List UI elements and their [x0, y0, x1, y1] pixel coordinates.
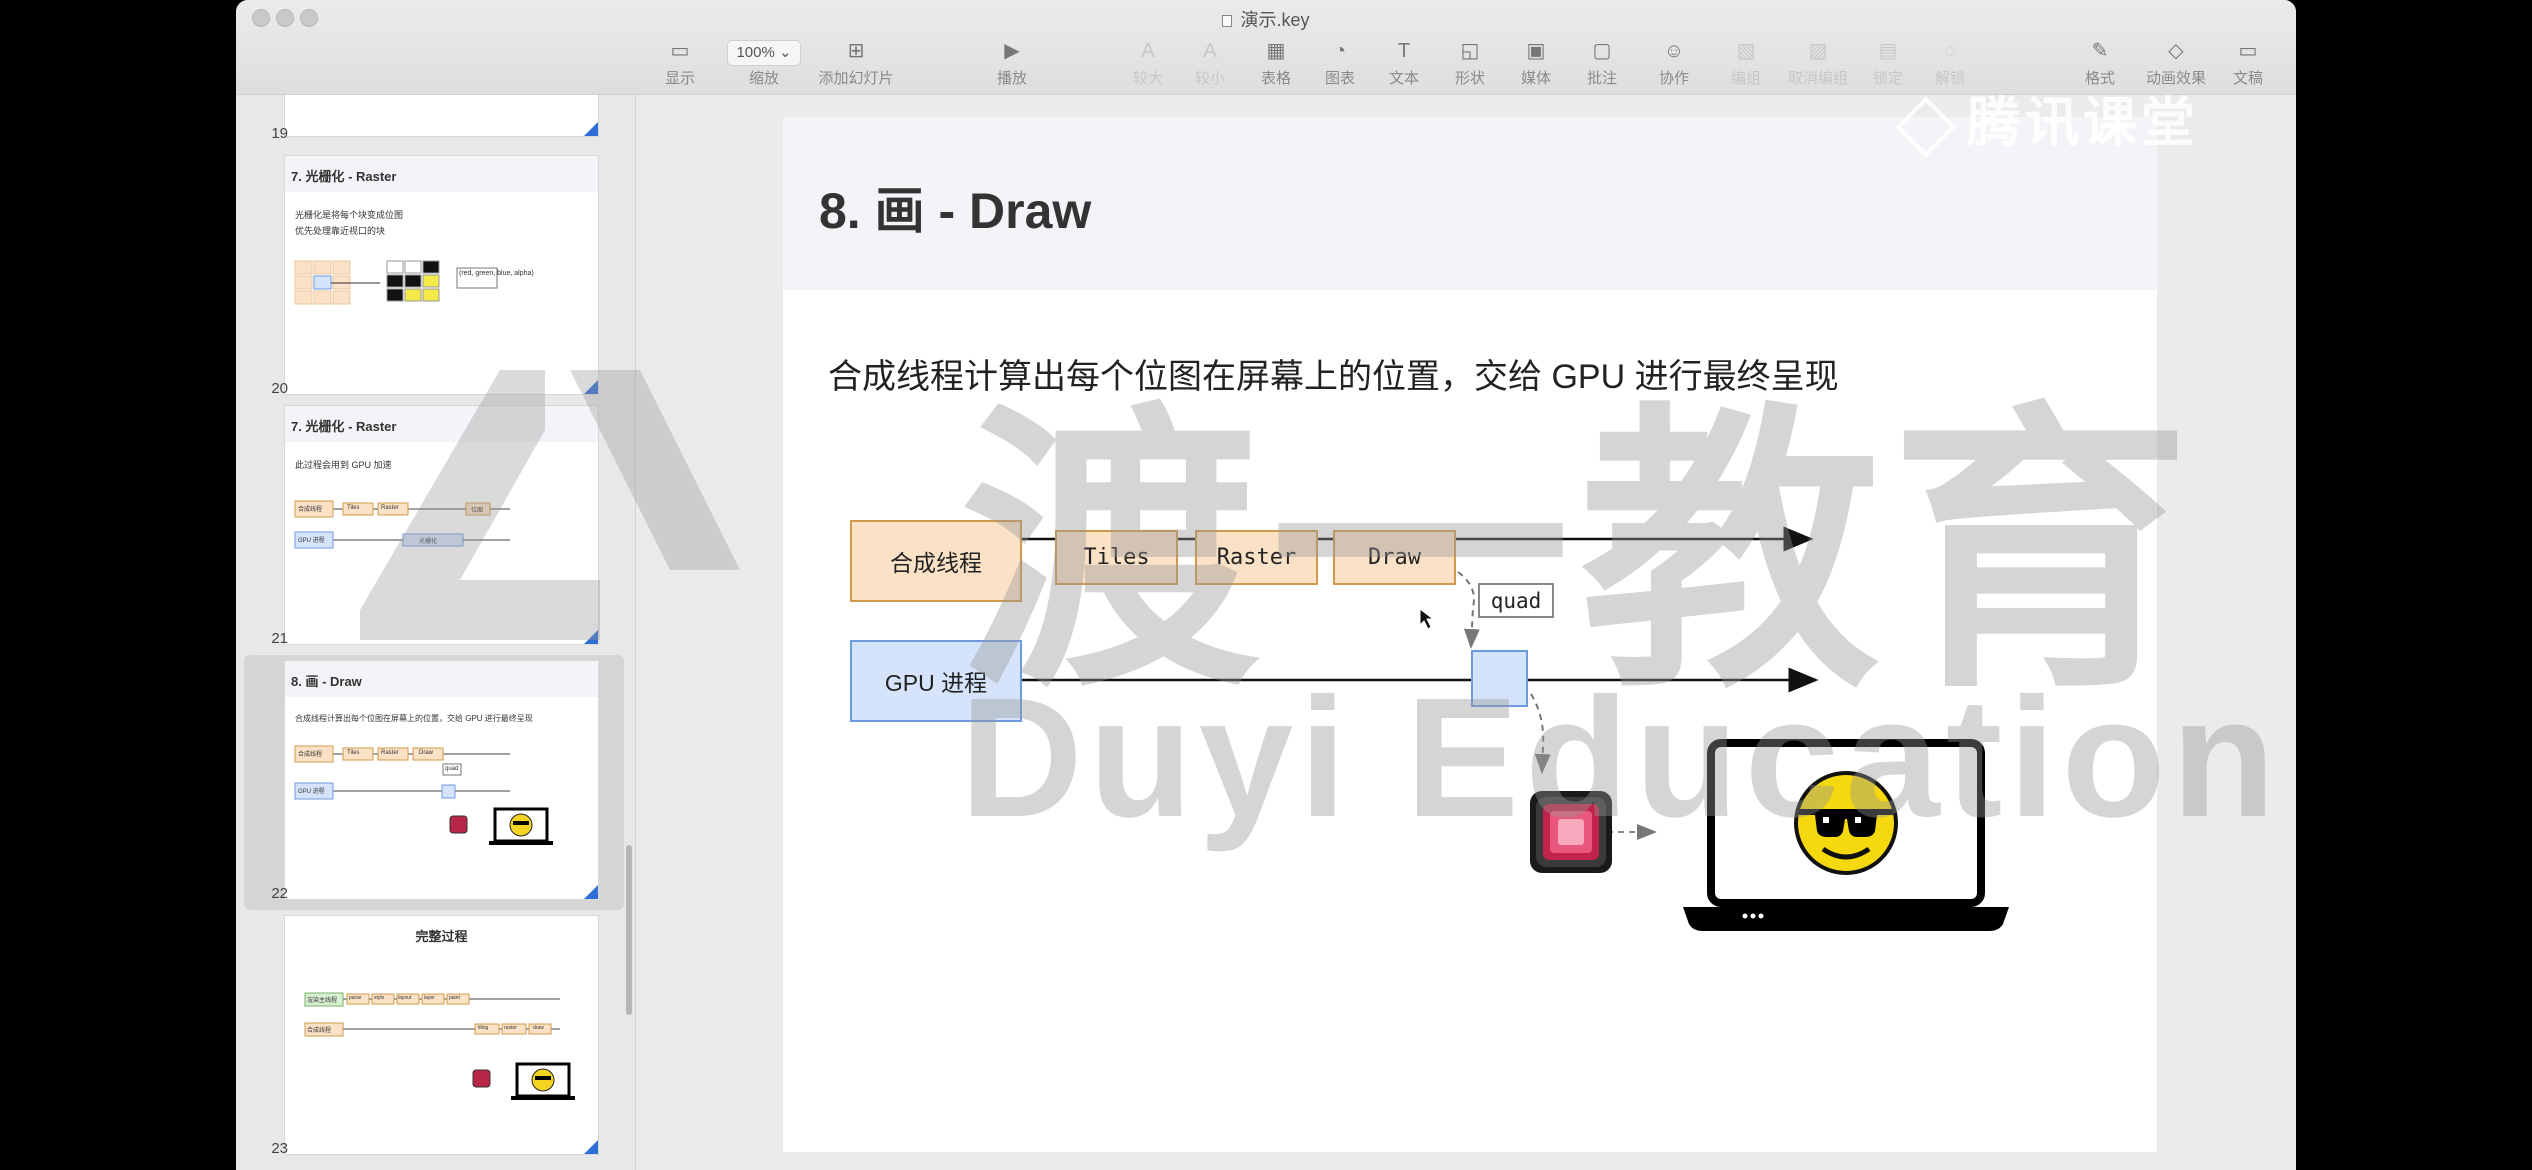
tencent-classroom-watermark: 腾讯课堂 — [1895, 78, 2199, 158]
toolbar-label: 显示 — [664, 70, 695, 87]
slide-number: 21 — [271, 630, 288, 647]
toolbar-document-button[interactable]: ▭ 文稿 — [2203, 38, 2293, 88]
duyi-logo-watermark — [360, 370, 740, 640]
thumb-label: GPU 进程 — [298, 789, 325, 795]
play-icon: ▶ — [1004, 40, 1020, 62]
slide-corner-marker — [584, 122, 598, 136]
thumb-label: paint — [449, 995, 460, 1001]
chevron-down-icon: ⌄ — [778, 44, 792, 61]
thumb-label: 合成线程 — [298, 752, 323, 758]
thumb-label: raster — [504, 1025, 517, 1031]
thumb-label: quad — [445, 766, 459, 772]
toolbar-label: 文稿 — [2232, 70, 2263, 87]
thumb-label: Raster — [381, 750, 399, 756]
unlock-icon: ◌ — [1944, 40, 1956, 62]
duyi-english-watermark: Duyi Education — [960, 663, 2282, 853]
sidebar-icon: ▭ — [670, 40, 690, 62]
slide-number: 22 — [271, 885, 288, 902]
thumb-label: style — [374, 995, 385, 1001]
thumb-label: parse — [349, 995, 362, 1001]
add-slide-icon: ⊞ — [847, 40, 865, 62]
thumb-label: 渲染主线程 — [307, 998, 338, 1004]
thumb-label: layer — [424, 995, 435, 1001]
document-icon: ▭ — [2238, 40, 2258, 62]
slide-number: 23 — [271, 1140, 288, 1157]
thumb-label: GPU 进程 — [298, 538, 325, 544]
thumb-label: Tiles — [347, 750, 360, 756]
thumb-label: tiling — [478, 1025, 489, 1031]
zoom-value: 100% — [736, 44, 775, 61]
toolbar-view-button[interactable]: ▭ 显示 — [635, 38, 725, 88]
slide-corner-marker — [584, 1140, 598, 1154]
zoom-select[interactable]: 100% ⌄ — [727, 40, 801, 66]
thumb-label: Draw — [419, 750, 434, 756]
slide-corner-marker — [584, 885, 598, 899]
toolbar-zoom-select[interactable]: 100% ⌄ 缩放 — [719, 38, 809, 88]
slide-number: 20 — [271, 380, 288, 397]
toolbar-play-button[interactable]: ▶ 播放 — [967, 38, 1057, 88]
zoom-select-wrap: 100% ⌄ — [719, 38, 809, 66]
thumb-label: 合成线程 — [307, 1028, 332, 1034]
thumb-label: layout — [398, 995, 412, 1001]
sidebar-scrollbar[interactable] — [626, 845, 632, 1015]
toolbar-label: 添加幻灯片 — [818, 70, 894, 87]
slide-number: 19 — [271, 125, 288, 142]
document-icon — [1222, 15, 1233, 27]
thumb-label: (red, green, blue, alpha) — [459, 270, 534, 277]
tencent-brand-text: 腾讯课堂 — [1967, 93, 2199, 153]
window-title-text: 演示.key — [1240, 10, 1310, 30]
toolbar-label: 缩放 — [748, 70, 779, 87]
window-title: 演示.key — [236, 6, 2296, 32]
slide-thumbnail-23[interactable]: 完整过程 渲染主线程 parse style layout layer pain… — [284, 915, 599, 1155]
tencent-logo-icon — [1895, 96, 1957, 158]
thumb-complete-diagram — [304, 992, 575, 1100]
toolbar-label: 播放 — [996, 70, 1027, 87]
toolbar-add-slide-button[interactable]: ⊞ 添加幻灯片 — [811, 38, 901, 88]
thumb-label: draw — [533, 1025, 544, 1031]
slide-thumbnail-19[interactable] — [284, 95, 599, 137]
thumb-label: 合成线程 — [298, 507, 323, 513]
